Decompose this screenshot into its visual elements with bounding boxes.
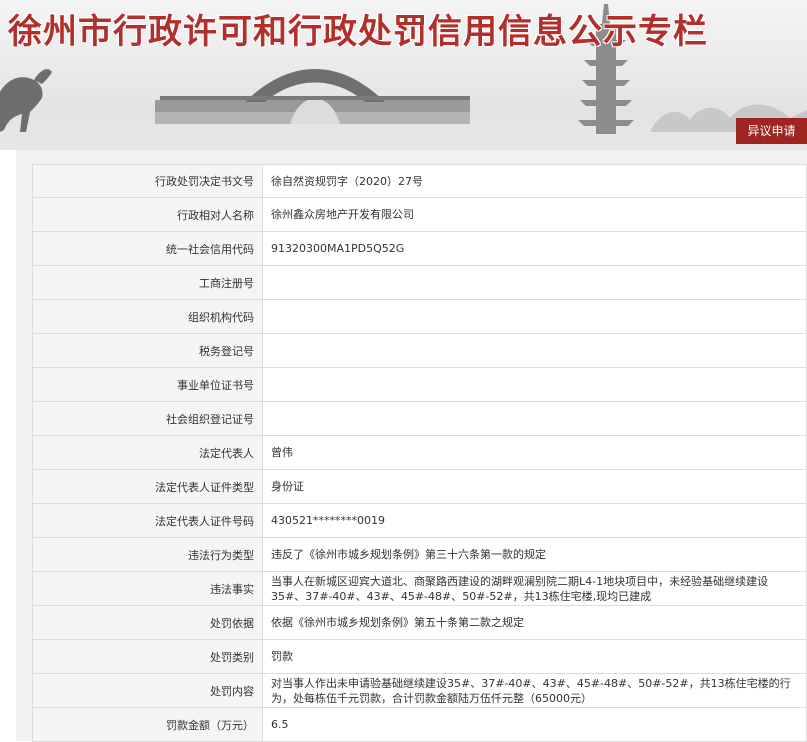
table-row: 组织机构代码 xyxy=(32,299,807,334)
row-value-org-code xyxy=(262,299,807,334)
row-value-tax-reg-number xyxy=(262,333,807,368)
row-label-penalty-basis: 处罚依据 xyxy=(32,605,263,640)
row-label-penalty-category: 处罚类别 xyxy=(32,639,263,674)
penalty-info-table: 行政处罚决定书文号 徐自然资规罚字（2020）27号 行政相对人名称 徐州鑫众房… xyxy=(32,164,807,742)
row-value-violation-facts: 当事人在新城区迎宾大道北、商聚路西建设的湖畔观澜别院二期L4-1地块项目中，未经… xyxy=(262,571,807,606)
table-row: 处罚内容 对当事人作出未申请验基础继续建设35#、37#-40#、43#、45#… xyxy=(32,673,807,708)
table-row: 法定代表人证件号码 430521********0019 xyxy=(32,503,807,538)
row-label-institution-cert: 事业单位证书号 xyxy=(32,367,263,402)
row-value-social-org-cert xyxy=(262,401,807,436)
table-row: 罚款金额（万元） 6.5 xyxy=(32,707,807,742)
row-label-decision-number: 行政处罚决定书文号 xyxy=(32,164,263,198)
row-value-penalty-category: 罚款 xyxy=(262,639,807,674)
row-value-violation-type: 违反了《徐州市城乡规划条例》第三十六条第一款的规定 xyxy=(262,537,807,572)
table-row: 法定代表人 曾伟 xyxy=(32,435,807,470)
row-value-fine-amount: 6.5 xyxy=(262,707,807,742)
table-row: 行政相对人名称 徐州鑫众房地产开发有限公司 xyxy=(32,197,807,232)
table-row: 违法事实 当事人在新城区迎宾大道北、商聚路西建设的湖畔观澜别院二期L4-1地块项… xyxy=(32,571,807,606)
table-row: 社会组织登记证号 xyxy=(32,401,807,436)
table-row: 事业单位证书号 xyxy=(32,367,807,402)
row-label-legal-rep: 法定代表人 xyxy=(32,435,263,470)
row-value-penalty-basis: 依据《徐州市城乡规划条例》第五十条第二款之规定 xyxy=(262,605,807,640)
header-banner: 徐州市行政许可和行政处罚信用信息公示专栏 异议申请 xyxy=(0,0,807,150)
row-label-legal-rep-id-number: 法定代表人证件号码 xyxy=(32,503,263,538)
row-label-social-org-cert: 社会组织登记证号 xyxy=(32,401,263,436)
table-row: 法定代表人证件类型 身份证 xyxy=(32,469,807,504)
table-row: 统一社会信用代码 91320300MA1PD5Q52G xyxy=(32,231,807,266)
horse-sculpture-art xyxy=(0,69,52,132)
row-value-legal-rep-id-type: 身份证 xyxy=(262,469,807,504)
row-value-penalty-content: 对当事人作出未申请验基础继续建设35#、37#-40#、43#、45#-48#、… xyxy=(262,673,807,708)
table-row: 处罚类别 罚款 xyxy=(32,639,807,674)
row-value-party-name: 徐州鑫众房地产开发有限公司 xyxy=(262,197,807,232)
row-label-violation-facts: 违法事实 xyxy=(32,571,263,606)
row-label-org-code: 组织机构代码 xyxy=(32,299,263,334)
row-value-business-reg-number xyxy=(262,265,807,300)
row-value-legal-rep-id-number: 430521********0019 xyxy=(262,503,807,538)
row-label-party-name: 行政相对人名称 xyxy=(32,197,263,232)
table-row: 税务登记号 xyxy=(32,333,807,368)
row-label-fine-amount: 罚款金额（万元） xyxy=(32,707,263,742)
table-row: 工商注册号 xyxy=(32,265,807,300)
row-value-credit-code: 91320300MA1PD5Q52G xyxy=(262,231,807,266)
row-label-violation-type: 违法行为类型 xyxy=(32,537,263,572)
table-row: 处罚依据 依据《徐州市城乡规划条例》第五十条第二款之规定 xyxy=(32,605,807,640)
row-label-legal-rep-id-type: 法定代表人证件类型 xyxy=(32,469,263,504)
row-label-tax-reg-number: 税务登记号 xyxy=(32,333,263,368)
row-label-business-reg-number: 工商注册号 xyxy=(32,265,263,300)
row-label-penalty-content: 处罚内容 xyxy=(32,673,263,708)
page-title: 徐州市行政许可和行政处罚信用信息公示专栏 xyxy=(8,12,708,52)
row-value-legal-rep: 曾伟 xyxy=(262,435,807,470)
row-value-institution-cert xyxy=(262,367,807,402)
arch-bridge-art xyxy=(155,69,470,124)
appeal-button[interactable]: 异议申请 xyxy=(736,118,807,144)
row-value-decision-number: 徐自然资规罚字（2020）27号 xyxy=(262,164,807,198)
table-row: 违法行为类型 违反了《徐州市城乡规划条例》第三十六条第一款的规定 xyxy=(32,537,807,572)
content-panel: 行政处罚决定书文号 徐自然资规罚字（2020）27号 行政相对人名称 徐州鑫众房… xyxy=(16,150,807,742)
table-row: 行政处罚决定书文号 徐自然资规罚字（2020）27号 xyxy=(32,164,807,198)
row-label-credit-code: 统一社会信用代码 xyxy=(32,231,263,266)
